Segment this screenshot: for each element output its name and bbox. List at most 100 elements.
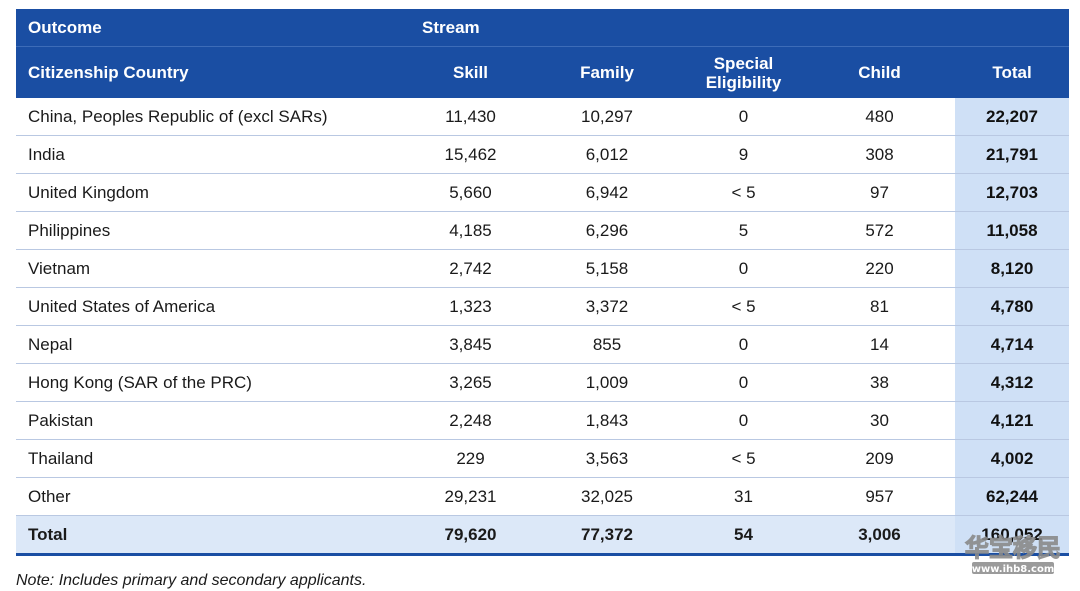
cell-skill: 1,323 [410, 287, 531, 326]
cell-skill: 4,185 [410, 211, 531, 250]
cell-special: 5 [683, 211, 804, 250]
cell-skill: 15,462 [410, 135, 531, 174]
cell-total: 21,791 [955, 135, 1070, 174]
header-outcome: Outcome [16, 9, 410, 47]
cell-special: 31 [683, 477, 804, 516]
cell-family: 6,942 [531, 173, 683, 212]
cell-family: 32,025 [531, 477, 683, 516]
cell-child: 957 [804, 477, 955, 516]
cell-country: Philippines [16, 211, 410, 250]
cell-special: 0 [683, 325, 804, 364]
citizenship-stream-table-container: Outcome Stream Citizenship Country Skill… [16, 9, 1070, 556]
cell-country: United Kingdom [16, 173, 410, 212]
header-special-line1: Special [713, 53, 774, 73]
cell-special: 0 [683, 363, 804, 402]
cell-family: 3,563 [531, 439, 683, 478]
table-row: Other 29,231 32,025 31 957 62,244 [16, 477, 1070, 516]
cell-child: 572 [804, 211, 955, 250]
cell-skill: 5,660 [410, 173, 531, 212]
cell-family: 6,012 [531, 135, 683, 174]
total-row-label: Total [16, 515, 410, 556]
cell-special: < 5 [683, 439, 804, 478]
cell-country: Pakistan [16, 401, 410, 440]
cell-special: 0 [683, 98, 804, 136]
header-row-columns: Citizenship Country Skill Family Special… [16, 46, 1070, 98]
cell-total: 4,780 [955, 287, 1070, 326]
cell-special: 0 [683, 401, 804, 440]
cell-skill: 29,231 [410, 477, 531, 516]
cell-child: 81 [804, 287, 955, 326]
total-row-child: 3,006 [804, 515, 955, 556]
cell-family: 5,158 [531, 249, 683, 288]
cell-child: 308 [804, 135, 955, 174]
cell-special: 9 [683, 135, 804, 174]
table-row: China, Peoples Republic of (excl SARs) 11… [16, 98, 1070, 136]
watermark-url: www.ihb8.com [972, 564, 1055, 575]
table-row: Vietnam 2,742 5,158 0 220 8,120 [16, 249, 1070, 288]
cell-child: 38 [804, 363, 955, 402]
header-stream: Stream [410, 9, 1070, 47]
cell-special: < 5 [683, 287, 804, 326]
cell-skill: 3,845 [410, 325, 531, 364]
table-row: Pakistan 2,248 1,843 0 30 4,121 [16, 401, 1070, 440]
cell-country: Thailand [16, 439, 410, 478]
header-special-line2: Eligibility [705, 72, 782, 92]
total-row-family: 77,372 [531, 515, 683, 556]
cell-family: 1,009 [531, 363, 683, 402]
header-special-eligibility: Special Eligibility [683, 46, 804, 98]
citizenship-stream-table: Outcome Stream Citizenship Country Skill… [16, 9, 1070, 556]
cell-total: 4,121 [955, 401, 1070, 440]
cell-skill: 2,742 [410, 249, 531, 288]
table-row: United States of America 1,323 3,372 < 5 81 4… [16, 287, 1070, 326]
cell-country: China, Peoples Republic of (excl SARs) [16, 98, 410, 136]
cell-skill: 3,265 [410, 363, 531, 402]
cell-special: < 5 [683, 173, 804, 212]
table-row: India 15,462 6,012 9 308 21,791 [16, 135, 1070, 174]
table-row: United Kingdom 5,660 6,942 < 5 97 12,703 [16, 173, 1070, 212]
cell-total: 4,002 [955, 439, 1070, 478]
cell-country: Hong Kong (SAR of the PRC) [16, 363, 410, 402]
watermark-title: 华宝移民 [965, 534, 1061, 562]
table-row: Philippines 4,185 6,296 5 572 11,058 [16, 211, 1070, 250]
table-total-row: Total 79,620 77,372 54 3,006 160,052 [16, 515, 1070, 556]
cell-skill: 229 [410, 439, 531, 478]
cell-total: 4,714 [955, 325, 1070, 364]
table-body: China, Peoples Republic of (excl SARs) 11… [16, 98, 1070, 556]
table-row: Thailand 229 3,563 < 5 209 4,002 [16, 439, 1070, 478]
cell-child: 480 [804, 98, 955, 136]
cell-total: 11,058 [955, 211, 1070, 250]
cell-total: 8,120 [955, 249, 1070, 288]
table-note: Note: Includes primary and secondary app… [16, 572, 367, 589]
header-family: Family [531, 46, 683, 98]
total-row-special: 54 [683, 515, 804, 556]
cell-child: 14 [804, 325, 955, 364]
cell-family: 855 [531, 325, 683, 364]
watermark-logo: 华宝移民 www.ihb8.com [964, 533, 1061, 575]
cell-family: 10,297 [531, 98, 683, 136]
cell-special: 0 [683, 249, 804, 288]
table-row: Nepal 3,845 855 0 14 4,714 [16, 325, 1070, 364]
cell-country: Other [16, 477, 410, 516]
cell-country: Vietnam [16, 249, 410, 288]
header-child: Child [804, 46, 955, 98]
header-row-outcome: Outcome Stream [16, 9, 1070, 47]
cell-total: 4,312 [955, 363, 1070, 402]
cell-child: 220 [804, 249, 955, 288]
cell-country: United States of America [16, 287, 410, 326]
cell-total: 62,244 [955, 477, 1070, 516]
cell-child: 209 [804, 439, 955, 478]
cell-family: 3,372 [531, 287, 683, 326]
total-row-skill: 79,620 [410, 515, 531, 556]
cell-child: 30 [804, 401, 955, 440]
cell-total: 12,703 [955, 173, 1070, 212]
header-skill: Skill [410, 46, 531, 98]
cell-child: 97 [804, 173, 955, 212]
cell-family: 1,843 [531, 401, 683, 440]
table-row: Hong Kong (SAR of the PRC) 3,265 1,009 0 38 4… [16, 363, 1070, 402]
table-header: Outcome Stream Citizenship Country Skill… [16, 9, 1070, 98]
cell-skill: 2,248 [410, 401, 531, 440]
header-total: Total [955, 46, 1070, 98]
cell-family: 6,296 [531, 211, 683, 250]
cell-skill: 11,430 [410, 98, 531, 136]
header-citizenship-country: Citizenship Country [16, 46, 410, 98]
